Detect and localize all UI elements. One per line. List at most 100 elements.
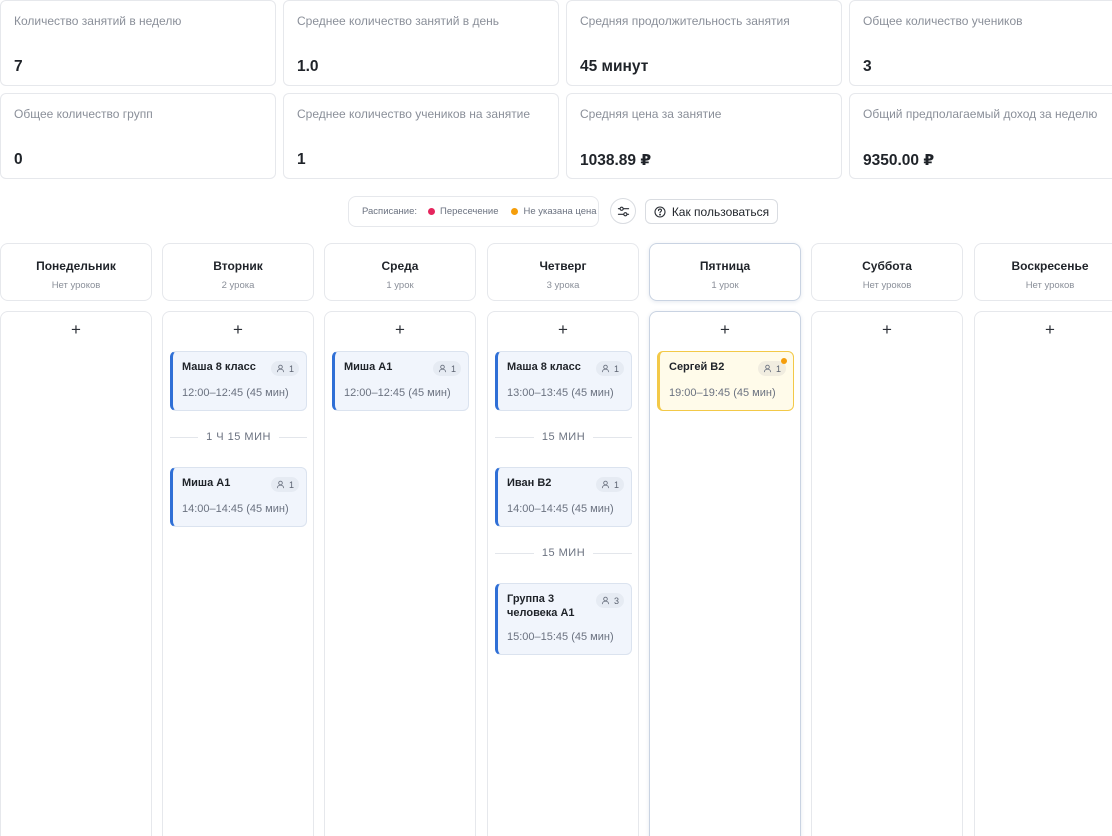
day-name: Четверг bbox=[539, 259, 587, 273]
students-badge: 1 bbox=[270, 361, 299, 376]
lesson-card[interactable]: Группа 3 человека А1 3 15:00–15:45 (45 мин… bbox=[495, 583, 632, 655]
gap-divider: 15 МИН bbox=[495, 546, 632, 560]
lesson-card[interactable]: Миша А1 1 14:00–14:45 (45 мин) bbox=[170, 467, 307, 527]
person-icon bbox=[438, 364, 447, 373]
person-icon bbox=[763, 364, 772, 373]
lesson-time: 15:00–15:45 (45 мин) bbox=[507, 631, 614, 643]
gap-line bbox=[278, 436, 307, 438]
students-badge: 3 bbox=[595, 593, 624, 608]
lesson-title: Иван В2 bbox=[507, 477, 552, 489]
stat-label: Количество занятий в неделю bbox=[14, 14, 182, 28]
stat-value: 7 bbox=[14, 58, 23, 75]
day-column: + Маша 8 класс 1 13:00–13:45 (45 мин) 15 МИН… bbox=[487, 311, 639, 836]
day-lesson-count: 2 урока bbox=[221, 280, 255, 291]
day-name: Суббота bbox=[862, 259, 912, 273]
day-header[interactable]: Четверг 3 урока bbox=[487, 243, 639, 301]
stat-label: Среднее количество занятий в день bbox=[297, 14, 500, 28]
students-count: 1 bbox=[613, 479, 619, 490]
stat-value: 0 bbox=[14, 151, 23, 168]
day-lesson-count: 3 урока bbox=[546, 280, 580, 291]
day-name: Пятница bbox=[699, 259, 751, 273]
add-lesson-button[interactable]: + bbox=[812, 320, 962, 340]
add-lesson-button[interactable]: + bbox=[650, 320, 800, 340]
lesson-title: Группа 3 человека А1 bbox=[507, 593, 575, 619]
day-header[interactable]: Понедельник Нет уроков bbox=[0, 243, 152, 301]
sliders-icon bbox=[617, 206, 629, 216]
lesson-card[interactable]: Маша 8 класс 1 13:00–13:45 (45 мин) bbox=[495, 351, 632, 411]
stat-card: Общее количество групп 0 bbox=[0, 93, 276, 179]
day-name: Понедельник bbox=[36, 259, 116, 273]
stat-card: Общее количество учеников 3 bbox=[849, 0, 1112, 86]
day-lesson-count: Нет уроков bbox=[862, 280, 912, 291]
gap-divider: 15 МИН bbox=[495, 430, 632, 444]
day-name: Вторник bbox=[213, 259, 263, 273]
day-column: + Миша А1 1 12:00–12:45 (45 мин) bbox=[324, 311, 476, 836]
add-lesson-button[interactable]: + bbox=[325, 320, 475, 340]
lesson-card[interactable]: Маша 8 класс 1 12:00–12:45 (45 мин) bbox=[170, 351, 307, 411]
day-header[interactable]: Пятница 1 урок bbox=[649, 243, 801, 301]
students-badge: 1 bbox=[432, 361, 461, 376]
schedule-legend: Расписание: Пересечение Не указана цена bbox=[348, 196, 599, 227]
lesson-time: 19:00–19:45 (45 мин) bbox=[669, 387, 776, 399]
overlap-dot-icon bbox=[428, 208, 436, 215]
lesson-title: Сергей В2 bbox=[669, 361, 725, 373]
person-icon bbox=[601, 364, 610, 373]
gap-line bbox=[593, 436, 632, 438]
stat-card: Общий предполагаемый доход за неделю 9350… bbox=[849, 93, 1112, 179]
stat-label: Общее количество учеников bbox=[863, 14, 1023, 28]
students-count: 1 bbox=[288, 479, 294, 490]
person-icon bbox=[276, 480, 285, 489]
lesson-card[interactable]: Миша А1 1 12:00–12:45 (45 мин) bbox=[332, 351, 469, 411]
gap-line bbox=[593, 552, 632, 554]
day-column: + bbox=[974, 311, 1112, 836]
day-lesson-count: 1 урок bbox=[711, 280, 739, 291]
gap-line bbox=[495, 552, 534, 554]
stat-value: 45 минут bbox=[580, 58, 649, 75]
students-count: 3 bbox=[613, 595, 619, 606]
stat-value: 3 bbox=[863, 58, 872, 75]
day-column: + Сергей В2 1 19:00–19:45 (45 мин) bbox=[649, 311, 801, 836]
day-header[interactable]: Воскресенье Нет уроков bbox=[974, 243, 1112, 301]
person-icon bbox=[276, 364, 285, 373]
day-column: + Маша 8 класс 1 12:00–12:45 (45 мин) 1 Ч 15… bbox=[162, 311, 314, 836]
stat-value: 9350.00 ₽ bbox=[863, 152, 935, 169]
how-to-use-button[interactable]: Как пользоваться bbox=[645, 199, 778, 224]
question-circle-icon bbox=[654, 205, 666, 218]
day-lesson-count: Нет уроков bbox=[51, 280, 101, 291]
lesson-time: 14:00–14:45 (45 мин) bbox=[182, 503, 289, 515]
lesson-card[interactable]: Иван В2 1 14:00–14:45 (45 мин) bbox=[495, 467, 632, 527]
add-lesson-button[interactable]: + bbox=[163, 320, 313, 340]
add-lesson-button[interactable]: + bbox=[1, 320, 151, 340]
gap-label: 15 МИН bbox=[541, 431, 586, 443]
stat-label: Средняя цена за занятие bbox=[580, 107, 722, 121]
stat-label: Общее количество групп bbox=[14, 107, 153, 121]
stat-card: Количество занятий в неделю 7 bbox=[0, 0, 276, 86]
add-lesson-button[interactable]: + bbox=[488, 320, 638, 340]
students-count: 1 bbox=[613, 363, 619, 374]
day-header[interactable]: Среда 1 урок bbox=[324, 243, 476, 301]
day-name: Среда bbox=[381, 259, 419, 273]
stat-card: Среднее количество занятий в день 1.0 bbox=[283, 0, 559, 86]
day-header[interactable]: Вторник 2 урока bbox=[162, 243, 314, 301]
stat-card: Средняя цена за занятие 1038.89 ₽ bbox=[566, 93, 842, 179]
lesson-time: 14:00–14:45 (45 мин) bbox=[507, 503, 614, 515]
students-count: 1 bbox=[288, 363, 294, 374]
how-to-use-label: Как пользоваться bbox=[671, 204, 770, 219]
students-count: 1 bbox=[450, 363, 456, 374]
stat-value: 1 bbox=[297, 151, 306, 168]
no-price-dot-icon bbox=[511, 208, 519, 215]
legend-overlap: Пересечение bbox=[440, 206, 499, 217]
filter-button[interactable] bbox=[610, 198, 636, 224]
stat-value: 1038.89 ₽ bbox=[580, 152, 652, 169]
stat-label: Средняя продолжительность занятия bbox=[580, 14, 790, 28]
lesson-title: Миша А1 bbox=[182, 477, 231, 489]
lesson-title: Миша А1 bbox=[344, 361, 393, 373]
lesson-time: 12:00–12:45 (45 мин) bbox=[182, 387, 289, 399]
day-lesson-count: 1 урок bbox=[386, 280, 414, 291]
lesson-card[interactable]: Сергей В2 1 19:00–19:45 (45 мин) bbox=[657, 351, 794, 411]
stat-value: 1.0 bbox=[297, 58, 319, 75]
add-lesson-button[interactable]: + bbox=[975, 320, 1112, 340]
day-header[interactable]: Суббота Нет уроков bbox=[811, 243, 963, 301]
stat-card: Среднее количество учеников на занятие 1 bbox=[283, 93, 559, 179]
day-name: Воскресенье bbox=[1011, 259, 1089, 273]
